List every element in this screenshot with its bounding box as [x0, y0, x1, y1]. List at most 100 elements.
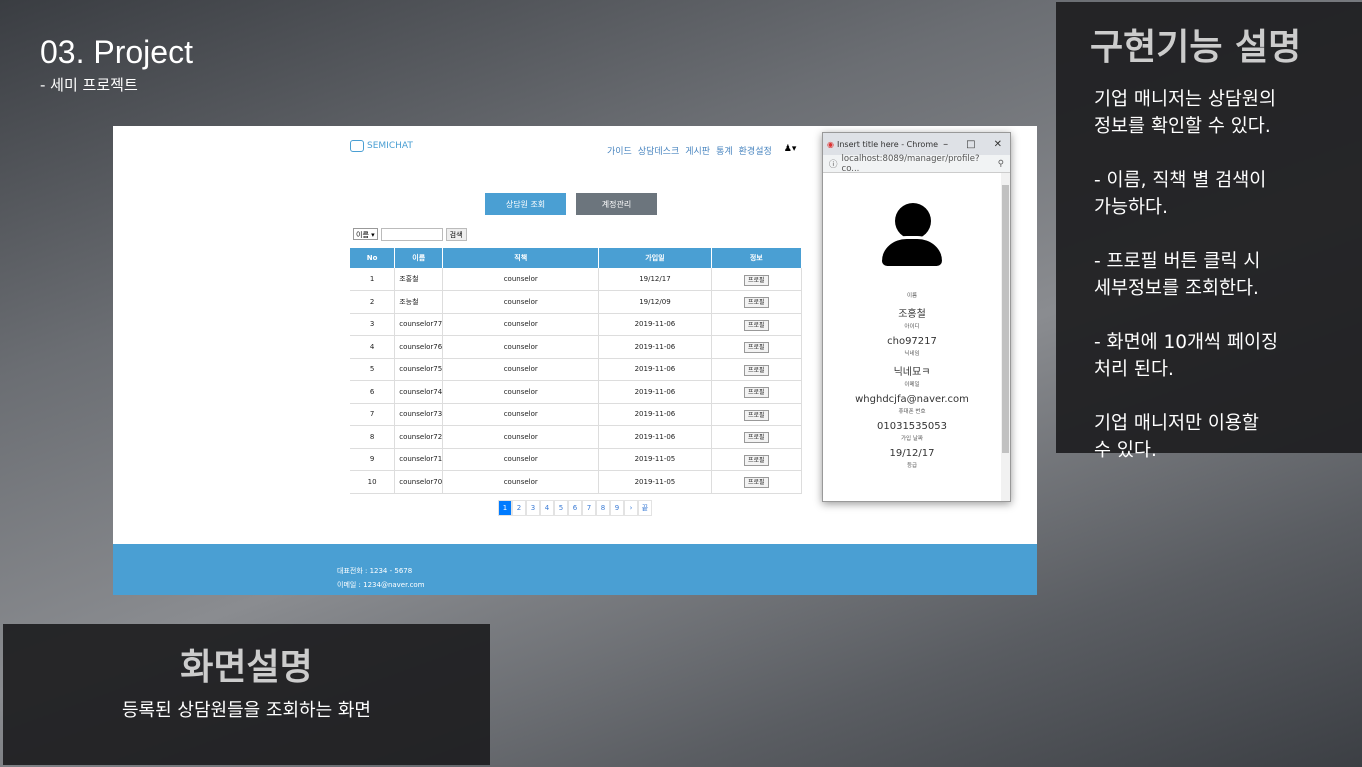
page-button[interactable]: 2 [512, 500, 526, 516]
table-cell: 2019-11-05 [598, 470, 712, 494]
cell-info: 프로필 [711, 403, 803, 426]
profile-field-value: 닉네묘ㅋ [893, 367, 931, 378]
table-cell: 19/12/17 [598, 268, 712, 291]
page-button[interactable]: 1 [498, 500, 512, 516]
table-cell: counselor72 [394, 425, 444, 449]
profile-field-value: cho97217 [887, 336, 937, 347]
nav-settings[interactable]: 환경설정 [739, 144, 772, 157]
profile-button[interactable]: 프로필 [744, 409, 769, 421]
profile-popup-window: ◉ Insert title here - Chrome – □ ✕ ⓘ local… [822, 132, 1011, 502]
column-header: 정보 [711, 248, 803, 268]
profile-field-label: 아이디 [904, 324, 920, 330]
popup-url: localhost:8089/manager/profile?co... [841, 153, 980, 174]
nav-stats[interactable]: 통계 [716, 144, 733, 157]
table-cell: counselor75 [394, 358, 444, 381]
table-cell: 2019-11-06 [598, 425, 712, 449]
nav-guide[interactable]: 가이드 [607, 144, 632, 157]
table-cell: counselor [442, 425, 600, 449]
table-cell: 조홍철 [394, 268, 444, 291]
profile-button[interactable]: 프로필 [744, 387, 769, 399]
footer: 대표전화 : 1234 - 5678 이메일 : 1234@naver.com [113, 544, 1037, 595]
feature-title: 구현기능 설명 [1090, 27, 1302, 68]
column-header: 직책 [442, 248, 600, 268]
scrollbar[interactable] [1001, 173, 1010, 501]
page-button[interactable]: 5 [554, 500, 568, 516]
page-button[interactable]: 3 [526, 500, 540, 516]
cell-info: 프로필 [711, 380, 803, 404]
cell-info: 프로필 [711, 425, 803, 449]
profile-button[interactable]: 프로필 [744, 477, 769, 489]
slide-subtitle: - 세미 프로젝트 [40, 76, 138, 94]
cell-info: 프로필 [711, 290, 803, 314]
profile-field-label: 가입 날짜 [901, 436, 923, 442]
page-button[interactable]: 7 [582, 500, 596, 516]
maximize-icon[interactable]: □ [966, 139, 975, 150]
tab-counselor-view[interactable]: 상담원 조회 [485, 193, 566, 215]
info-icon: ⓘ [829, 159, 838, 170]
logo[interactable]: SEMICHAT [350, 140, 413, 152]
cell-info: 프로필 [711, 470, 803, 494]
table-cell: 6 [350, 380, 396, 404]
profile-button[interactable]: 프로필 [744, 297, 769, 309]
page-button[interactable]: › [624, 500, 638, 516]
profile-field-value: 19/12/17 [889, 448, 935, 459]
profile-button[interactable]: 프로필 [744, 432, 769, 444]
footer-phone: 대표전화 : 1234 - 5678 [337, 567, 413, 575]
address-bar[interactable]: ⓘ localhost:8089/manager/profile?co... ⚲ [823, 153, 1010, 174]
table-row: 9 counselor71 counselor 2019-11-05 프로필 [350, 448, 803, 471]
profile-button[interactable]: 프로필 [744, 319, 769, 331]
table-cell: 7 [350, 403, 396, 426]
table-row: 2 조능철 counselor 19/12/09 프로필 [350, 290, 803, 314]
profile-field-label: 이름 [906, 293, 918, 299]
close-icon[interactable]: ✕ [994, 139, 1002, 150]
search-type-select[interactable]: 이름 ▾ [353, 228, 378, 240]
chrome-icon: ◉ [827, 139, 834, 149]
nav-desk[interactable]: 상담데스크 [638, 144, 679, 157]
nav-board[interactable]: 게시판 [685, 144, 710, 157]
column-header: 이름 [394, 248, 444, 268]
profile-button[interactable]: 프로필 [744, 364, 769, 376]
page-button[interactable]: 4 [540, 500, 554, 516]
profile-field-value: 조홍철 [898, 309, 926, 320]
profile-button[interactable]: 프로필 [744, 454, 769, 466]
popup-title: Insert title here - Chrome [836, 139, 939, 149]
profile-button[interactable]: 프로필 [744, 342, 769, 354]
page-button[interactable]: 8 [596, 500, 610, 516]
table-cell: counselor [442, 403, 600, 426]
table-cell: counselor [442, 313, 600, 336]
counselor-table: No 이름 직책 가입일 정보 1 조홍철 counselor 19/12/17 프로필 2 조능철… [350, 248, 803, 494]
screen-description-panel: 화면설명 등록된 상담원들을 조회하는 화면 [3, 624, 490, 765]
screen-text: 등록된 상담원들을 조회하는 화면 [121, 700, 371, 721]
table-cell: counselor [442, 268, 600, 291]
page-button[interactable]: 9 [610, 500, 624, 516]
table-cell: 2 [350, 290, 396, 314]
table-cell: counselor [442, 380, 600, 404]
profile-body: 이름 조홍철 아이디 cho97217 닉네임 닉네묘ㅋ 이메일 whghdcjfa@nave… [823, 173, 1001, 469]
table-row: 7 counselor73 counselor 2019-11-06 프로필 [350, 403, 803, 426]
table-cell: 1 [350, 268, 396, 291]
zoom-icon[interactable]: ⚲ [998, 159, 1004, 169]
search-input[interactable] [380, 228, 443, 241]
cell-info: 프로필 [711, 358, 803, 381]
table-cell: 2019-11-06 [598, 358, 712, 381]
page-button[interactable]: 끝 [638, 500, 652, 516]
table-row: 1 조홍철 counselor 19/12/17 프로필 [350, 268, 803, 291]
search-button[interactable]: 검색 [445, 228, 467, 241]
popup-titlebar[interactable]: ◉ Insert title here - Chrome – □ ✕ [823, 133, 1010, 155]
table-cell: counselor [442, 335, 600, 359]
user-menu-icon[interactable]: ♟▾ [784, 144, 797, 157]
cell-info: 프로필 [711, 313, 803, 336]
profile-button[interactable]: 프로필 [744, 274, 769, 286]
table-cell: 10 [350, 470, 396, 494]
minimize-icon[interactable]: – [943, 139, 948, 150]
table-cell: 2019-11-06 [598, 313, 712, 336]
cell-info: 프로필 [711, 268, 803, 291]
page-button[interactable]: 6 [568, 500, 582, 516]
cell-info: 프로필 [711, 448, 803, 471]
table-cell: 2019-11-05 [598, 448, 712, 471]
user-avatar-icon [882, 203, 942, 267]
table-row: 5 counselor75 counselor 2019-11-06 프로필 [350, 358, 803, 381]
tab-account-manage[interactable]: 계정관리 [576, 193, 657, 215]
table-cell: counselor [442, 358, 600, 381]
profile-field-label: 이메일 [904, 382, 920, 388]
